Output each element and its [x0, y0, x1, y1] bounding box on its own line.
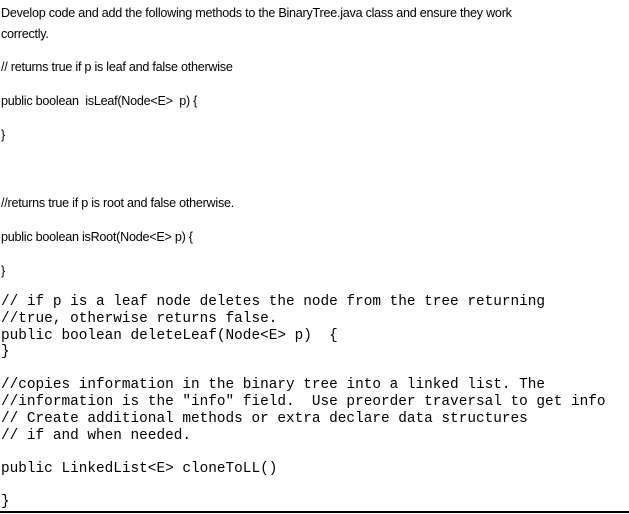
is-root-signature: public boolean isRoot(Node<E> p) { — [1, 230, 193, 244]
delete-leaf-close-brace: } — [1, 344, 10, 360]
delete-leaf-comment-1: // if p is a leaf node deletes the node … — [1, 294, 546, 310]
is-leaf-comment: // returns true if p is leaf and false o… — [1, 60, 233, 74]
clone-to-ll-comment-1: //copies information in the binary tree … — [1, 377, 546, 393]
clone-to-ll-comment-2: //information is the "info" field. Use p… — [1, 394, 606, 410]
is-root-close-brace: } — [1, 264, 5, 278]
clone-to-ll-signature: public LinkedList<E> cloneToLL() — [1, 461, 278, 477]
clone-to-ll-comment-3: // Create additional methods or extra de… — [1, 411, 528, 427]
bottom-border-line — [0, 511, 629, 513]
intro-line-1: Develop code and add the following metho… — [1, 6, 512, 20]
clone-to-ll-comment-4: // if and when needed. — [1, 428, 191, 444]
is-leaf-close-brace: } — [1, 128, 5, 142]
is-leaf-signature: public boolean isLeaf(Node<E> p) { — [1, 94, 198, 108]
intro-line-2: correctly. — [1, 27, 49, 41]
delete-leaf-comment-2: //true, otherwise returns false. — [1, 311, 278, 327]
is-root-comment: //returns true if p is root and false ot… — [1, 196, 234, 210]
delete-leaf-signature: public boolean deleteLeaf(Node<E> p) { — [1, 328, 338, 344]
clone-to-ll-close-brace: } — [1, 494, 10, 510]
